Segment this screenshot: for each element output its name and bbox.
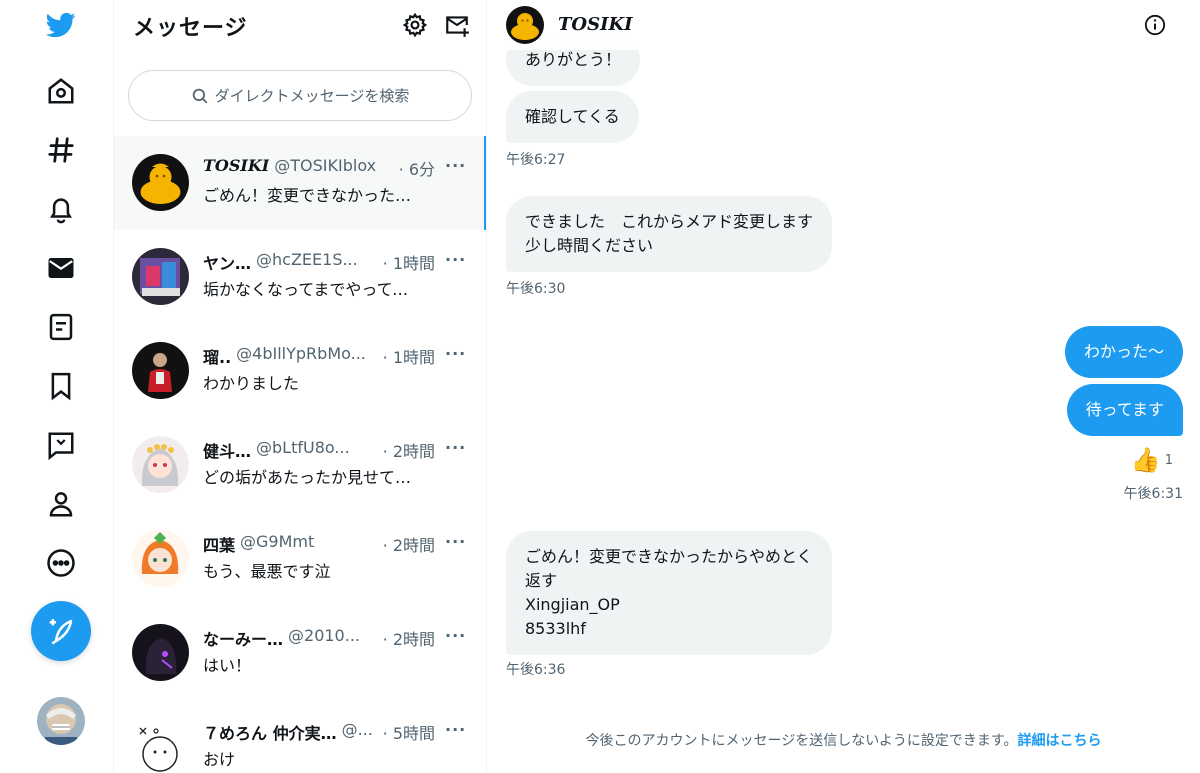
more-options-icon[interactable]: ··· (445, 250, 466, 269)
twitter-logo-icon[interactable] (44, 8, 78, 42)
avatar (132, 342, 189, 399)
conversation-time: · 2時間 (382, 536, 435, 555)
conversation-item-yotsuba[interactable]: 四葉 @G9Mmt · 2時間 もう、最悪です泣 ··· (114, 512, 486, 606)
message-text: 返す (525, 571, 558, 590)
conversation-name: 四葉 (203, 536, 236, 555)
info-icon[interactable] (1144, 14, 1166, 36)
more-options-icon[interactable]: ··· (445, 532, 466, 551)
conversation-name: 瑠.. (203, 348, 232, 367)
conversation-handle: @hcZEE1S... (256, 250, 358, 269)
footer-note-text: 今後このアカウントにメッセージを送信しないように設定できます。 (585, 733, 1018, 749)
new-message-icon[interactable] (444, 12, 470, 38)
search-icon (192, 88, 208, 103)
avatar (132, 436, 189, 493)
avatar (132, 624, 189, 681)
message-text: ごめん！変更できなかったからやめとく (525, 547, 813, 566)
message-timestamp: 午後6:36 (506, 662, 566, 678)
message-bubble-received[interactable]: ごめん！変更できなかったからやめとく 返す Xingjian_OP 8533lh… (506, 531, 832, 655)
conversation-item-tosiki[interactable]: TOSIKI @TOSIKIblox · 6分 ごめん！変更できなかったからやめ… (114, 136, 486, 230)
conversation-preview: おけ (203, 750, 236, 769)
avatar (132, 248, 189, 305)
home-icon[interactable] (44, 74, 78, 108)
learn-more-link[interactable]: 詳細はこちら (1018, 733, 1102, 749)
message-text: 待ってます (1085, 400, 1164, 419)
messages-envelope-icon[interactable] (44, 251, 78, 285)
conversation-item-kento[interactable]: 健斗… @bLtfU8o... · 2時間 どの垢があたったか見せてほしい ··… (114, 418, 486, 512)
conversation-time: · 1時間 (382, 348, 435, 367)
chat-contact-name[interactable]: TOSIKI (558, 14, 633, 35)
more-circle-icon[interactable] (44, 546, 78, 580)
conversation-item-yan[interactable]: ヤン… @hcZEE1S... · 1時間 垢かなくなってまでやってくれたの ·… (114, 230, 486, 324)
conversation-item-namii[interactable]: なーみー… @2010... · 2時間 はい！ ··· (114, 606, 486, 700)
avatar (132, 154, 189, 211)
conversation-item-ryu[interactable]: 瑠.. @4bIllYpRbMo... · 1時間 わかりました ··· (114, 324, 486, 418)
message-bubble-sent[interactable]: 待ってます (1066, 384, 1183, 436)
conversation-name: ヤン… (203, 254, 252, 273)
conversation-handle: @2010... (288, 626, 360, 645)
compose-tweet-icon (49, 619, 73, 645)
message-timestamp: 午後6:30 (506, 281, 566, 297)
conversation-handle: @4bIllYpRbMo... (236, 344, 366, 363)
conversation-name: TOSIKI (203, 156, 270, 175)
message-text: 8533lhf (525, 619, 586, 638)
conversation-name: ７めろん 仲介実… (203, 724, 337, 743)
conversation-time: · 5時間 (382, 724, 435, 743)
conversation-handle: @bLtfU8o... (256, 438, 350, 457)
message-text: できました これからメアド変更します (525, 212, 814, 231)
account-avatar[interactable] (37, 697, 85, 745)
avatar (132, 718, 189, 773)
message-text: 確認してくる (525, 107, 620, 126)
reaction-count: 1 (1164, 452, 1173, 468)
conversation-preview: どの垢があたったか見せてほしい (203, 468, 423, 487)
profile-icon[interactable] (44, 487, 78, 521)
conversation-time: · 2時間 (382, 442, 435, 461)
conversation-preview: わかりました (203, 374, 300, 393)
conversation-time: · 6分 (398, 160, 435, 179)
explore-hashtag-icon[interactable] (44, 133, 78, 167)
conversation-handle: @... (341, 720, 373, 739)
avatar (132, 530, 189, 587)
gear-icon[interactable] (402, 12, 428, 38)
conversation-preview: もう、最悪です泣 (203, 562, 331, 581)
more-options-icon[interactable]: ··· (445, 438, 466, 457)
twitter-blue-icon[interactable] (44, 428, 78, 462)
message-text: わかった〜 (1083, 342, 1164, 361)
conversation-handle: @G9Mmt (240, 532, 315, 551)
message-timestamp: 午後6:31 (1123, 486, 1183, 502)
thumbs-up-emoji-icon: 👍 (1130, 446, 1161, 474)
conversation-name: なーみー… (203, 630, 284, 649)
reaction-badge[interactable]: 👍 1 (1131, 446, 1173, 474)
conversation-name: 健斗… (203, 442, 252, 461)
left-navigation (0, 0, 114, 773)
more-options-icon[interactable]: ··· (445, 344, 466, 363)
message-timestamp: 午後6:27 (506, 152, 566, 168)
message-bubble-sent[interactable]: わかった〜 (1064, 326, 1183, 378)
page-title: メッセージ (133, 16, 248, 41)
message-bubble-received[interactable]: 確認してくる (506, 91, 639, 143)
conversation-list-panel: メッセージ ダイレクトメッセージを検索 TOSIKI @TOSIKIblox ·… (114, 0, 487, 773)
chat-avatar[interactable] (506, 6, 544, 44)
message-text: 少し時間ください (525, 236, 654, 255)
search-input[interactable]: ダイレクトメッセージを検索 (128, 70, 472, 121)
compose-tweet-button[interactable] (31, 601, 91, 661)
conversation-preview: 垢かなくなってまでやってくれたの (203, 280, 423, 299)
message-bubble-received[interactable]: できました これからメアド変更します 少し時間ください (506, 196, 833, 272)
message-text: ありがとう！ (525, 50, 622, 69)
conversation-preview: ごめん！変更できなかったからやめとく (203, 186, 423, 205)
more-options-icon[interactable]: ··· (445, 720, 466, 739)
conversation-handle: @TOSIKIblox (274, 156, 377, 175)
lists-icon[interactable] (44, 310, 78, 344)
search-placeholder: ダイレクトメッセージを検索 (214, 87, 410, 105)
bookmark-icon[interactable] (44, 369, 78, 403)
message-text: Xingjian_OP (525, 595, 620, 614)
chat-footer-note: 今後このアカウントにメッセージを送信しないように設定できます。詳細はこちら (487, 730, 1200, 750)
chat-panel: TOSIKI ありがとう！ 確認してくる 午後6:27 できました これからメア… (487, 0, 1200, 773)
notifications-bell-icon[interactable] (44, 192, 78, 226)
conversation-item-melon[interactable]: ７めろん 仲介実… @... · 5時間 おけ ··· (114, 700, 486, 773)
more-options-icon[interactable]: ··· (445, 626, 466, 645)
more-options-icon[interactable]: ··· (445, 156, 466, 175)
conversation-time: · 1時間 (382, 254, 435, 273)
conversation-preview: はい！ (203, 656, 252, 675)
conversation-time: · 2時間 (382, 630, 435, 649)
